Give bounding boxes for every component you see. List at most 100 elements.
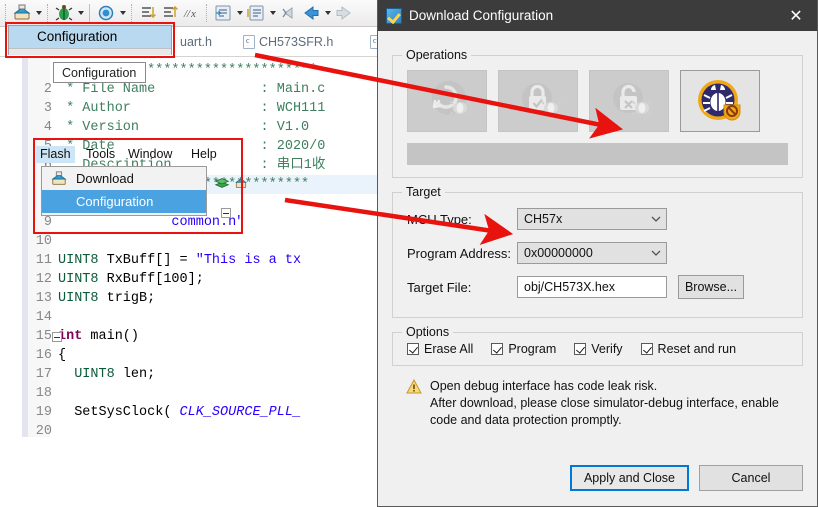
target-file-row: Target File: obj/CH573X.hex Browse...: [393, 273, 802, 301]
back-arrow-icon[interactable]: [300, 2, 322, 24]
code-line-text: UINT8 len;: [58, 367, 156, 382]
dialog-title-bar: Download Configuration ✕: [378, 0, 817, 31]
editor-tab-uart[interactable]: uart.h: [180, 31, 212, 53]
forward-arrow-icon: [333, 2, 355, 24]
options-group: Options Erase All Program Verify Reset a…: [392, 325, 803, 366]
disable-debug-button[interactable]: [680, 70, 760, 132]
operations-button-row: [393, 56, 802, 132]
options-group-label: Options: [402, 325, 454, 339]
flash-menu-item-configuration[interactable]: Configuration: [42, 190, 206, 213]
target-group: Target MCU Type: CH57x Program Address: …: [392, 185, 803, 318]
download-flash-icon[interactable]: [11, 2, 33, 24]
lock-bug-icon: [522, 83, 562, 116]
warning-text: Open debug interface has code leak risk.…: [430, 378, 779, 429]
menu-flash[interactable]: Flash: [36, 146, 75, 163]
code-line-text: UINT8 trigB;: [58, 291, 156, 306]
code-line-number: 14: [35, 310, 52, 325]
target-group-label: Target: [402, 185, 445, 199]
mark-occurrences-icon[interactable]: // x: [181, 2, 203, 24]
code-line-number: 4: [43, 120, 52, 135]
next-annotation-icon[interactable]: [137, 2, 159, 24]
browse-button[interactable]: Browse...: [678, 275, 744, 299]
code-line-number: 13: [35, 291, 52, 306]
enable-protection-button[interactable]: [498, 70, 578, 132]
menu-window[interactable]: Window: [124, 146, 176, 163]
code-line-text: UINT8 TxBuff[] = "This is a tx: [58, 253, 302, 268]
warning-line-2: After download, please close simulator-d…: [430, 396, 779, 410]
operations-group-label: Operations: [402, 48, 472, 62]
open-declaration-icon[interactable]: [212, 2, 234, 24]
editor-tab-label: CH573SFR.h: [259, 35, 334, 49]
mcu-type-label: MCU Type:: [407, 211, 472, 227]
checkbox-icon: [574, 343, 587, 355]
chevron-down-icon: [651, 216, 661, 222]
flash-menu-item-download[interactable]: Download: [42, 167, 206, 190]
unlock-bug-icon: [613, 83, 653, 116]
warning-icon: [406, 378, 422, 394]
reset-and-run-label: Reset and run: [657, 342, 737, 356]
flash-menu-download-label: Download: [76, 171, 134, 186]
bug-forbidden-icon: [698, 80, 741, 121]
previous-annotation-icon[interactable]: [159, 2, 181, 24]
open-type-icon[interactable]: [245, 2, 267, 24]
debug-bug-icon[interactable]: [53, 2, 75, 24]
code-line-text: SetSysClock( CLK_SOURCE_PLL_: [58, 405, 302, 420]
app-check-icon: [386, 7, 402, 24]
code-line-number: 2: [43, 82, 52, 97]
program-checkbox[interactable]: Program: [491, 342, 556, 356]
reset-and-run-checkbox[interactable]: Reset and run: [640, 342, 737, 356]
code-content: ******************************* 2 * File …: [0, 57, 418, 507]
program-address-value: 0x00000000: [524, 246, 593, 260]
flash-download-icon: [46, 169, 72, 189]
warning-line-3: code and data protection promptly.: [430, 413, 622, 427]
erase-all-label: Erase All: [424, 342, 474, 356]
close-icon[interactable]: ✕: [775, 0, 817, 31]
configuration-dropdown-popup[interactable]: Configuration: [8, 25, 172, 55]
editor-fold-toggle[interactable]: [52, 332, 62, 342]
menu-help[interactable]: Help: [187, 146, 221, 163]
configuration-dropdown-item[interactable]: Configuration: [9, 26, 171, 48]
back-dropdown-icon[interactable]: [322, 2, 333, 24]
flash-menu-blank-icon: [46, 192, 72, 212]
run-dropdown-icon[interactable]: [117, 2, 128, 24]
back-history-icon[interactable]: [278, 2, 300, 24]
mcu-type-select[interactable]: CH57x: [517, 208, 667, 230]
open-type-dropdown-icon[interactable]: [267, 2, 278, 24]
flash-menu-configuration-label: Configuration: [76, 194, 154, 209]
configuration-dropdown-scroll[interactable]: [9, 48, 171, 55]
erase-all-checkbox[interactable]: Erase All: [407, 342, 473, 356]
chevron-down-icon: [651, 250, 661, 256]
apply-and-close-button[interactable]: Apply and Close: [569, 465, 689, 491]
run-icon[interactable]: [95, 2, 117, 24]
code-line-number: 10: [35, 234, 52, 249]
verify-checkbox[interactable]: Verify: [574, 342, 623, 356]
code-line-text: * Author : WCH111: [58, 101, 326, 116]
disable-protection-button[interactable]: [589, 70, 669, 132]
menu-tools[interactable]: Tools: [82, 146, 119, 163]
target-file-label: Target File:: [407, 279, 472, 295]
checkbox-icon: [640, 343, 653, 355]
program-address-select[interactable]: 0x00000000: [517, 242, 667, 264]
flash-menu-popup[interactable]: Download Configuration: [41, 166, 207, 216]
debug-dropdown-icon[interactable]: [75, 2, 86, 24]
cancel-button[interactable]: Cancel: [699, 465, 803, 491]
program-address-label: Program Address:: [407, 245, 512, 261]
verify-label: Verify: [591, 342, 623, 356]
read-chip-info-button[interactable]: [407, 70, 487, 132]
program-address-row: Program Address: 0x00000000: [393, 239, 802, 267]
editor-fold-toggle[interactable]: [221, 208, 231, 218]
warning-block: Open debug interface has code leak risk.…: [392, 366, 803, 429]
editor-tab-ch573sfr[interactable]: CH573SFR.h: [243, 31, 333, 53]
toolbar: // x: [0, 0, 418, 27]
read-bug-icon: [432, 81, 471, 116]
code-line-number: 17: [35, 367, 52, 382]
operations-group: Operations: [392, 48, 803, 178]
flash-small-icon: [234, 175, 248, 196]
code-editor[interactable]: ******************************* 2 * File …: [0, 57, 418, 507]
target-file-input[interactable]: obj/CH573X.hex: [517, 276, 667, 298]
mcu-type-value: CH57x: [524, 212, 563, 226]
c-header-file-icon: [243, 35, 255, 49]
configuration-tooltip: Configuration: [53, 62, 146, 83]
download-flash-dropdown-icon[interactable]: [33, 2, 44, 24]
open-declaration-dropdown-icon[interactable]: [234, 2, 245, 24]
